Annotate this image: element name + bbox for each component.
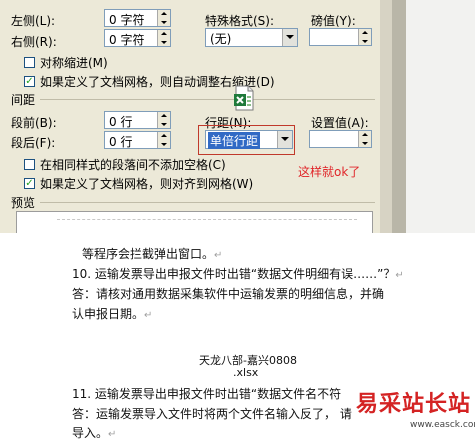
- left-indent-value: 0 字符: [109, 13, 145, 27]
- excel-file-icon[interactable]: [233, 85, 255, 111]
- auto-adjust-checkbox[interactable]: ✓: [24, 76, 35, 87]
- right-indent-spinner[interactable]: 0 字符: [104, 29, 171, 47]
- preview-title: 预览: [11, 196, 36, 210]
- space-after-spinner[interactable]: 0 行: [104, 131, 171, 149]
- doc-answer-10-line1: 答：请核对通用数据采集软件中运输发票的明细信息，并确: [72, 287, 385, 301]
- left-indent-label: 左侧(L):: [11, 14, 56, 28]
- doc-answer-11-line1: 答：运输发票导入文件时将两个文件名输入反了， 请: [72, 407, 352, 421]
- doc-line-intro: 等程序会拦截弹出窗口。↵: [82, 247, 223, 261]
- background-window-edge: [380, 0, 475, 233]
- left-indent-spinner[interactable]: 0 字符: [104, 9, 171, 27]
- snap-grid-label: 如果定义了文档网格，则对齐到网格(W): [40, 177, 254, 191]
- paragraph-dialog: 左侧(L): 0 字符 特殊格式(S): 磅值(Y): 右侧(R): 0 字符 …: [0, 0, 475, 233]
- spacing-at-label: 设置值(A):: [311, 116, 369, 130]
- doc-question-11: 11. 运输发票导出申报文件时出错“数据文件名不符: [72, 387, 342, 401]
- section-divider: [40, 99, 375, 100]
- watermark-logo: 易采站长站: [356, 391, 472, 417]
- chevron-down-icon[interactable]: [282, 29, 297, 46]
- spinner-arrows-icon[interactable]: [157, 30, 170, 46]
- watermark-url: www.easck.com: [410, 420, 475, 430]
- annotation-note: 这样就ok了: [298, 165, 361, 179]
- spinner-arrows-icon[interactable]: [157, 132, 170, 148]
- space-after-label: 段后(F):: [11, 136, 56, 150]
- snap-grid-checkbox[interactable]: ✓: [24, 178, 35, 189]
- special-indent-label: 特殊格式(S):: [205, 14, 275, 28]
- space-before-spinner[interactable]: 0 行: [104, 111, 171, 129]
- right-indent-value: 0 字符: [109, 33, 145, 47]
- preview-pane: [16, 211, 373, 233]
- spacing-section-title: 间距: [11, 93, 36, 107]
- no-space-label: 在相同样式的段落间不添加空格(C): [40, 158, 226, 172]
- spinner-arrows-icon[interactable]: [157, 10, 170, 26]
- indent-by-spinner[interactable]: [309, 28, 372, 46]
- no-space-checkbox[interactable]: [24, 159, 35, 170]
- attachment-extension: .xlsx: [233, 366, 259, 379]
- space-before-label: 段前(B):: [11, 116, 57, 130]
- right-indent-label: 右侧(R):: [11, 35, 57, 49]
- special-indent-select[interactable]: (无): [205, 28, 298, 47]
- special-indent-value: (无): [210, 32, 232, 46]
- highlight-frame: [198, 125, 295, 155]
- space-before-value: 0 行: [109, 115, 133, 129]
- spinner-arrows-icon[interactable]: [157, 112, 170, 128]
- mirror-indent-label: 对称缩进(M): [40, 56, 108, 70]
- mirror-indent-checkbox[interactable]: [24, 57, 35, 68]
- doc-question-10: 10. 运输发票导出申报文件时出错“数据文件明细有误……”？↵: [72, 267, 404, 281]
- doc-answer-11-line2: 导入。↵: [72, 426, 117, 440]
- space-after-value: 0 行: [109, 135, 133, 149]
- spinner-arrows-icon[interactable]: [358, 29, 371, 45]
- spinner-arrows-icon[interactable]: [358, 131, 371, 147]
- spacing-at-spinner[interactable]: [309, 130, 372, 148]
- doc-answer-10-line2: 认申报日期。↵: [72, 307, 153, 321]
- indent-by-label: 磅值(Y):: [311, 14, 356, 28]
- section-divider: [40, 202, 375, 203]
